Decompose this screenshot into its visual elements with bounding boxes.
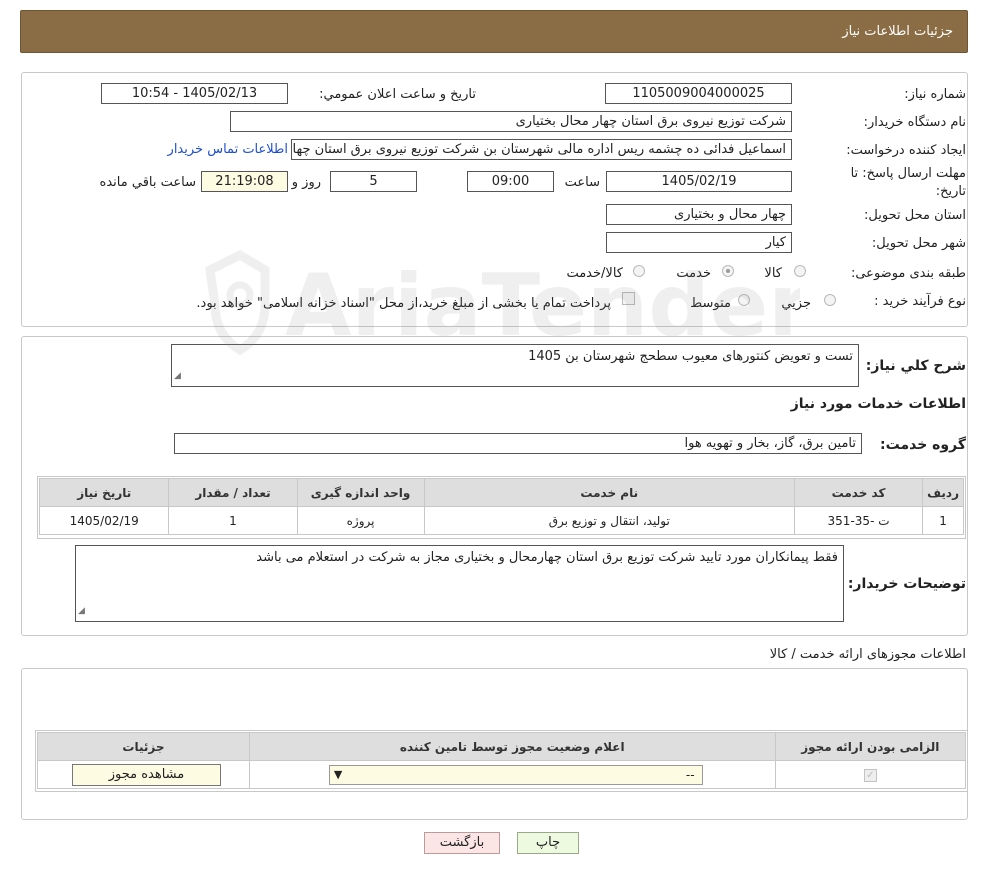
need-number-field: 1105009004000025 [605,83,792,104]
category-radio-service[interactable] [722,265,734,277]
cell-unit: پروژه [296,506,425,535]
page-title: جزئيات اطلاعات نياز [842,24,953,39]
col-unit: واحد اندازه گيری [296,478,425,507]
announce-field: 1405/02/13 - 10:54 [101,83,288,104]
deadline-date-field: 1405/02/19 [606,171,792,192]
process-radio-medium[interactable] [738,294,750,306]
days-field: 5 [330,171,417,192]
cell-qty: 1 [168,506,298,535]
table-row: ✓ -- ▼ مشاهده مجوز [37,760,967,789]
category-radio-goods[interactable] [794,265,806,277]
table-row: 1 ت -35-351 تولید، انتقال و توزیع برق پر… [38,506,964,535]
city-label: شهر محل تحويل: [871,236,966,251]
chevron-down-icon: ▼ [333,767,343,781]
process-option-medium: متوسط [690,296,731,311]
category-radio-goods-service[interactable] [633,265,645,277]
province-field: چهار محال و بختیاری [606,204,792,225]
category-label: طبقه بندی موضوعی: [850,266,966,281]
page-header: جزئيات اطلاعات نياز [20,10,968,53]
city-field: کیار [606,232,792,253]
col-row: رديف [922,478,964,507]
summary-textarea[interactable]: تست و تعویض کنتورهای معیوب سطحج شهرستان … [171,344,859,387]
back-button[interactable]: بازگشت [424,832,500,854]
print-button[interactable]: چاپ [517,832,579,854]
cell-code: ت -35-351 [793,506,924,535]
services-title: اطلاعات خدمات مورد نياز [790,396,966,412]
col-code: کد خدمت [793,478,924,507]
col-date: تاريخ نياز [38,478,170,507]
service-group-field: تامین برق، گاز، بخار و تهویه هوا [174,433,862,454]
cell-permit-details: مشاهده مجوز [37,760,250,789]
category-option-goods-service: کالا/خدمت [566,266,623,281]
col-permit-required: الزامی بودن ارائه مجوز [774,732,967,761]
category-option-service: خدمت [676,266,711,281]
creator-field: اسماعیل فدائی ده چشمه ریس اداره مالی شهر… [291,139,792,160]
cell-row: 1 [922,506,964,535]
remaining-time-field: 21:19:08 [201,171,288,192]
process-option-minor: جزيي [781,296,811,311]
view-permit-button[interactable]: مشاهده مجوز [72,763,221,786]
announce-label: تاريخ و ساعت اعلان عمومي: [319,87,476,102]
resize-grip-icon[interactable]: ◢ [78,603,85,620]
category-option-goods: کالا [764,266,782,281]
cell-date: 1405/02/19 [38,506,170,535]
days-label: روز و [291,175,321,190]
services-table: رديف کد خدمت نام خدمت واحد اندازه گيری ت… [38,478,964,535]
permits-title: اطلاعات مجوزهای ارائه خدمت / کالا [769,647,966,662]
permits-table: الزامی بودن ارائه مجوز اعلام وضعيت مجوز … [37,732,967,789]
treasury-checkbox[interactable] [622,292,635,305]
permit-status-value: -- [685,767,695,782]
province-label: استان محل تحويل: [864,208,966,223]
treasury-note: پرداخت تمام يا بخشی از مبلغ خريد،از محل … [196,296,611,311]
buyer-notes-textarea[interactable]: فقط پیمانکاران مورد تایید شرکت توزیع برق… [75,545,844,622]
deadline-time-field: 09:00 [467,171,554,192]
cell-permit-status: -- ▼ [248,760,776,789]
creator-label: ايجاد کننده درخواست: [846,143,966,158]
cell-permit-required: ✓ [774,760,967,789]
remaining-label: ساعت باقي مانده [99,175,196,190]
buyer-label: نام دستگاه خريدار: [863,115,966,130]
deadline-label: مهلت ارسال پاسخ: تا [850,166,966,181]
col-permit-status: اعلام وضعيت مجوز توسط تامين کننده [248,732,776,761]
col-permit-details: جزئيات [37,732,250,761]
process-label: نوع فرآیند خرید : [874,294,966,309]
col-name: نام خدمت [423,478,795,507]
buyer-contact-link[interactable]: اطلاعات تماس خريدار [168,142,288,157]
buyer-notes-label: توضيحات خريدار: [847,576,966,592]
summary-label: شرح کلي نياز: [865,358,966,374]
permit-status-select[interactable]: -- ▼ [328,764,703,785]
buyer-field: شرکت توزیع نیروی برق استان چهار محال بخت… [230,111,792,132]
cell-name: تولید، انتقال و توزیع برق [423,506,795,535]
deadline-label-date: تاريخ: [935,184,966,199]
service-group-label: گروه خدمت: [880,437,966,453]
deadline-time-label: ساعت [564,175,600,190]
process-radio-minor[interactable] [824,294,836,306]
need-number-label: شماره نياز: [904,87,966,102]
summary-text: تست و تعویض کنتورهای معیوب سطحج شهرستان … [528,349,853,364]
resize-grip-icon[interactable]: ◢ [174,368,181,385]
permit-required-checkbox: ✓ [863,769,877,782]
buyer-notes-text: فقط پیمانکاران مورد تایید شرکت توزیع برق… [256,550,838,565]
col-qty: تعداد / مقدار [168,478,298,507]
